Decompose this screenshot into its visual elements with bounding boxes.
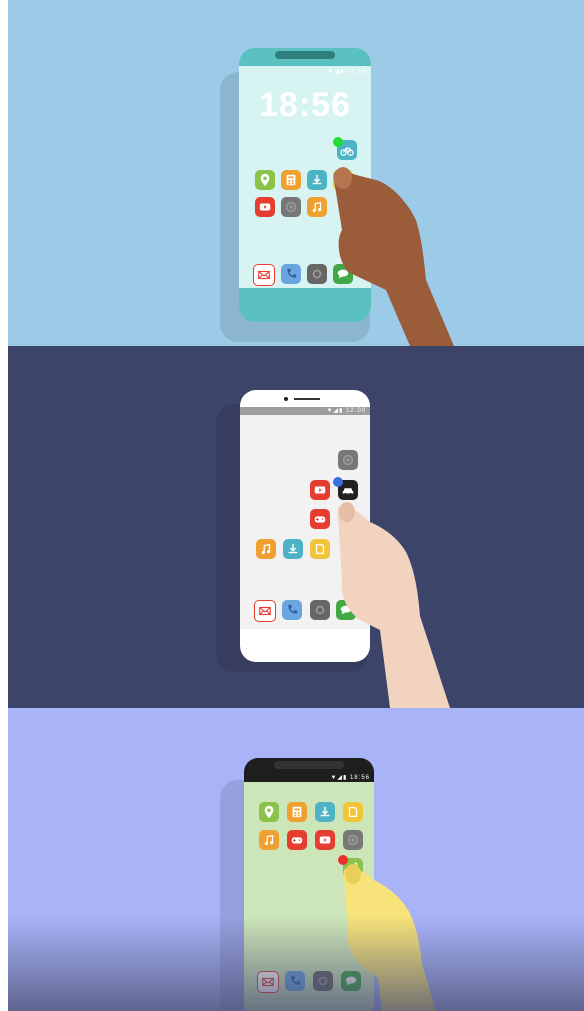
yellow-hand xyxy=(343,864,436,1011)
map-pin-icon[interactable] xyxy=(255,170,275,190)
status-bar: ▼◢▮ 18:56 xyxy=(330,775,370,781)
phone-speaker xyxy=(275,51,335,59)
settings-icon[interactable] xyxy=(338,450,358,470)
download-icon[interactable] xyxy=(315,802,335,822)
notes-icon[interactable] xyxy=(310,539,330,559)
settings-icon[interactable] xyxy=(281,197,301,217)
map-pin-icon[interactable] xyxy=(259,802,279,822)
camera-icon[interactable] xyxy=(313,971,333,991)
mail-icon[interactable] xyxy=(254,600,276,622)
tutorial-frame: ▼◢▮ 18:56 18:56 ▼◢▮ 12:00 ▼◢▮ 18:56 xyxy=(0,0,584,1011)
phone-speaker xyxy=(274,761,344,769)
download-icon[interactable] xyxy=(283,539,303,559)
calculator-icon[interactable] xyxy=(281,170,301,190)
status-bar: ▼◢▮ 18:56 xyxy=(327,69,367,75)
gamepad-icon[interactable] xyxy=(287,830,307,850)
phone-icon[interactable] xyxy=(285,971,305,991)
camera-icon[interactable] xyxy=(307,264,327,284)
phone-speaker xyxy=(294,398,320,400)
music-icon[interactable] xyxy=(307,197,327,217)
mail-icon[interactable] xyxy=(253,264,275,286)
music-icon[interactable] xyxy=(259,830,279,850)
music-icon[interactable] xyxy=(256,539,276,559)
status-bar: ▼◢▮ 12:00 xyxy=(326,408,366,414)
panel-drag-cleaner-app: ▼◢▮ 18:56 xyxy=(8,708,584,1011)
panel-drag-car-app: ▼◢▮ 12:00 xyxy=(8,346,584,708)
light-hand xyxy=(337,502,450,708)
phone-camera-dot xyxy=(284,397,288,401)
mail-icon[interactable] xyxy=(257,971,279,993)
notes-icon[interactable] xyxy=(343,802,363,822)
download-icon[interactable] xyxy=(307,170,327,190)
touch-indicator xyxy=(333,477,343,487)
lock-clock: 18:56 xyxy=(259,86,351,124)
gamepad-icon[interactable] xyxy=(310,509,330,529)
touch-indicator xyxy=(333,137,343,147)
youtube-icon[interactable] xyxy=(310,480,330,500)
camera-icon[interactable] xyxy=(310,600,330,620)
youtube-icon[interactable] xyxy=(315,830,335,850)
calculator-icon[interactable] xyxy=(287,802,307,822)
phone-icon[interactable] xyxy=(281,264,301,284)
phone-icon[interactable] xyxy=(282,600,302,620)
dark-hand xyxy=(333,167,454,346)
settings-icon[interactable] xyxy=(343,830,363,850)
youtube-icon[interactable] xyxy=(255,197,275,217)
panel-drag-bike-app: ▼◢▮ 18:56 18:56 xyxy=(8,0,584,346)
